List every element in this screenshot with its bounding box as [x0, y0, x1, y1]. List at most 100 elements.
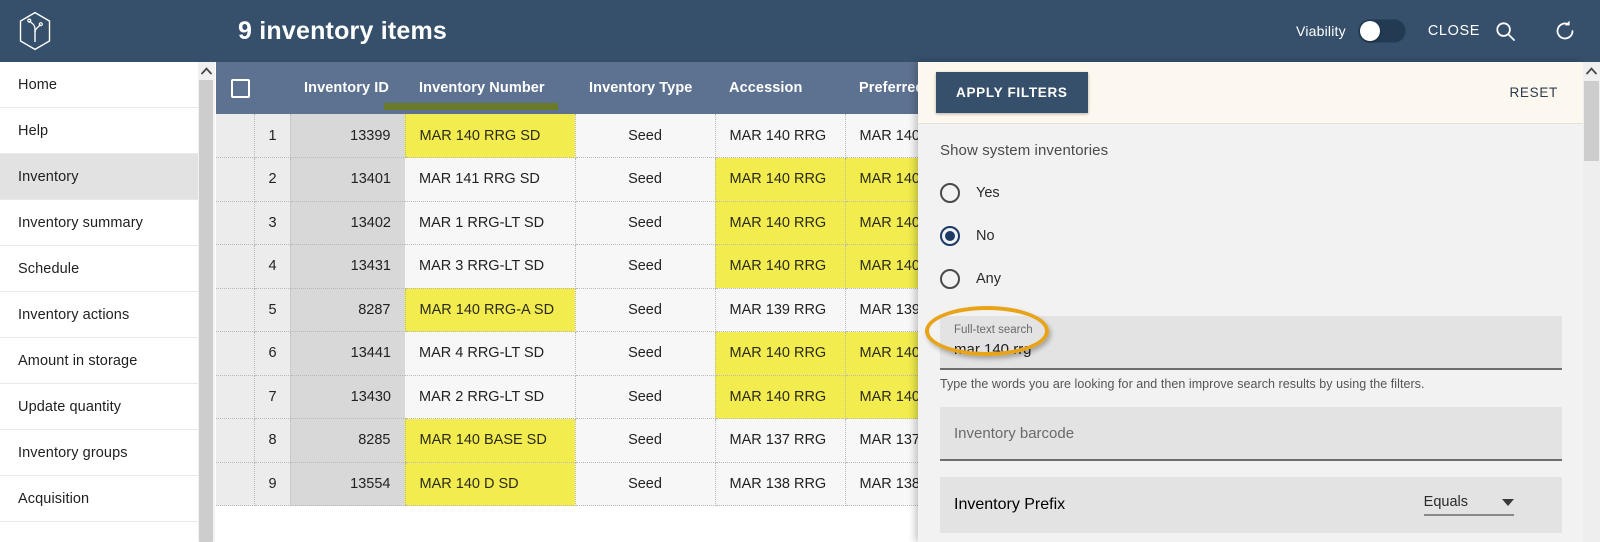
radio-unselected-icon[interactable]: [940, 182, 960, 203]
top-bar-actions: Viability CLOSE: [1296, 14, 1600, 48]
cell-inventory-id[interactable]: 13554: [290, 462, 405, 506]
inventory-barcode-field[interactable]: Inventory barcode: [940, 407, 1562, 461]
radio-unselected-icon[interactable]: [940, 268, 960, 289]
cell-inventory-type[interactable]: Seed: [575, 157, 716, 202]
cell-accession[interactable]: MAR 140 RRG: [715, 375, 846, 419]
cell-inventory-number[interactable]: MAR 140 D SD: [404, 462, 576, 506]
cell-inventory-type[interactable]: Seed: [575, 288, 716, 332]
sidebar-item-help[interactable]: Help: [0, 108, 198, 154]
sidebar-item-label: Inventory actions: [18, 306, 130, 323]
sidebar-item-amount-in-storage[interactable]: Amount in storage: [0, 338, 198, 384]
fulltext-search-hint: Type the words you are looking for and t…: [940, 377, 1425, 391]
cell-accession[interactable]: MAR 138 RRG: [715, 462, 846, 506]
sidebar-scroll-thumb[interactable]: [199, 80, 213, 542]
viability-toggle[interactable]: [1357, 19, 1406, 43]
sidebar-item-inventory[interactable]: Inventory: [0, 154, 198, 200]
cell-inventory-id[interactable]: 13431: [290, 244, 405, 289]
cell-accession[interactable]: MAR 140 RRG: [715, 114, 846, 158]
plant-hexagon-logo-icon: [19, 11, 51, 51]
cell-inventory-type[interactable]: Seed: [575, 375, 716, 419]
cell-inventory-id[interactable]: 8285: [290, 418, 405, 463]
radio-option-no[interactable]: No: [940, 214, 1562, 257]
sidebar: Home Help Inventory Inventory summary Schedu…: [0, 62, 198, 542]
sidebar-item-schedule[interactable]: Schedule: [0, 246, 198, 292]
cell-inventory-type[interactable]: Seed: [575, 201, 716, 245]
fulltext-search-input[interactable]: mar 140 rrg: [954, 338, 1548, 362]
sidebar-item-inventory-groups[interactable]: Inventory groups: [0, 430, 198, 476]
chevron-up-icon: [201, 66, 212, 74]
filter-scroll-thumb[interactable]: [1584, 81, 1599, 161]
sidebar-item-update-quantity[interactable]: Update quantity: [0, 384, 198, 430]
cell-inventory-number[interactable]: MAR 140 BASE SD: [404, 418, 576, 463]
radio-selected-icon[interactable]: [940, 225, 960, 246]
search-button[interactable]: [1488, 14, 1522, 48]
cell-inventory-id[interactable]: 13402: [290, 201, 405, 245]
sidebar-item-label: Help: [18, 122, 49, 139]
row-number-cell[interactable]: 6: [254, 331, 291, 376]
cell-inventory-number[interactable]: MAR 140 RRG-A SD: [404, 288, 576, 332]
cell-inventory-number[interactable]: MAR 1 RRG-LT SD: [405, 201, 576, 245]
row-number-cell[interactable]: 4: [254, 244, 291, 289]
column-header-inventory-type[interactable]: Inventory Type: [575, 62, 715, 114]
filter-scroll-up-button[interactable]: [1583, 62, 1600, 80]
cell-inventory-number[interactable]: MAR 2 RRG-LT SD: [405, 375, 576, 419]
sidebar-item-inventory-actions[interactable]: Inventory actions: [0, 292, 198, 338]
radio-option-yes[interactable]: Yes: [940, 171, 1562, 214]
cell-accession[interactable]: MAR 140 RRG: [715, 157, 846, 202]
fulltext-search-label: Full-text search: [954, 324, 1033, 336]
close-button[interactable]: CLOSE: [1428, 23, 1480, 39]
sidebar-item-acquisition[interactable]: Acquisition: [0, 476, 198, 522]
row-number-cell[interactable]: 1: [254, 114, 291, 158]
cell-accession[interactable]: MAR 140 RRG: [715, 244, 846, 289]
filter-panel-scrollbar[interactable]: [1583, 62, 1600, 542]
row-number-cell[interactable]: 5: [254, 288, 291, 332]
cell-inventory-number[interactable]: MAR 3 RRG-LT SD: [405, 244, 576, 289]
cell-inventory-id[interactable]: 13401: [290, 157, 405, 202]
inventory-prefix-operator-select[interactable]: Equals: [1423, 494, 1514, 516]
row-checkbox-cell: [216, 331, 255, 376]
cell-inventory-number[interactable]: MAR 141 RRG SD: [405, 157, 576, 202]
inventory-prefix-operator-value: Equals: [1423, 494, 1468, 510]
cell-inventory-type[interactable]: Seed: [575, 244, 716, 289]
sidebar-item-home[interactable]: Home: [0, 62, 198, 108]
cell-inventory-number[interactable]: MAR 4 RRG-LT SD: [405, 331, 576, 376]
row-number-cell[interactable]: 2: [254, 157, 291, 202]
cell-inventory-id[interactable]: 8287: [290, 288, 405, 332]
sidebar-scrollbar[interactable]: [198, 62, 215, 542]
inventory-prefix-field[interactable]: Inventory Prefix Equals: [940, 477, 1562, 533]
radio-option-any[interactable]: Any: [940, 257, 1562, 300]
cell-inventory-id[interactable]: 13430: [290, 375, 405, 419]
refresh-button[interactable]: [1548, 14, 1582, 48]
cell-accession[interactable]: MAR 139 RRG: [715, 288, 846, 332]
row-checkbox-cell: [216, 157, 255, 202]
cell-inventory-number[interactable]: MAR 140 RRG SD: [404, 114, 576, 158]
sidebar-item-inventory-summary[interactable]: Inventory summary: [0, 200, 198, 246]
sidebar-item-label: Inventory groups: [18, 444, 128, 461]
sidebar-item-label: Inventory: [18, 168, 79, 185]
cell-inventory-id[interactable]: 13441: [290, 331, 405, 376]
cell-accession[interactable]: MAR 137 RRG: [715, 418, 846, 463]
cell-inventory-id[interactable]: 13399: [290, 114, 405, 158]
row-number-cell[interactable]: 7: [254, 375, 291, 419]
fulltext-search-field[interactable]: Full-text search mar 140 rrg: [940, 316, 1562, 370]
column-header-accession[interactable]: Accession: [715, 62, 845, 114]
cell-inventory-type[interactable]: Seed: [575, 418, 716, 463]
top-bar: 9 inventory items Viability CLOSE: [0, 0, 1600, 62]
cell-inventory-type[interactable]: Seed: [575, 114, 716, 158]
reset-filters-button[interactable]: RESET: [1509, 85, 1558, 100]
app-root: 9 inventory items Viability CLOSE Home H…: [0, 0, 1600, 542]
row-number-cell[interactable]: 8: [254, 418, 291, 463]
cell-inventory-type[interactable]: Seed: [575, 462, 716, 506]
apply-filters-button[interactable]: APPLY FILTERS: [936, 72, 1088, 113]
app-logo[interactable]: [0, 0, 70, 62]
sidebar-scroll-up-button[interactable]: [198, 62, 215, 79]
cell-inventory-type[interactable]: Seed: [575, 331, 716, 376]
cell-accession[interactable]: MAR 140 RRG: [715, 201, 846, 245]
select-all-checkbox[interactable]: [231, 78, 250, 98]
row-number-cell[interactable]: 9: [254, 462, 291, 506]
inventory-barcode-placeholder: Inventory barcode: [954, 424, 1075, 442]
row-number-cell[interactable]: 3: [254, 201, 291, 245]
row-checkbox-cell: [216, 114, 255, 158]
filter-panel-body: Show system inventories Yes No Any Full-te…: [918, 124, 1584, 542]
cell-accession[interactable]: MAR 140 RRG: [715, 331, 846, 376]
